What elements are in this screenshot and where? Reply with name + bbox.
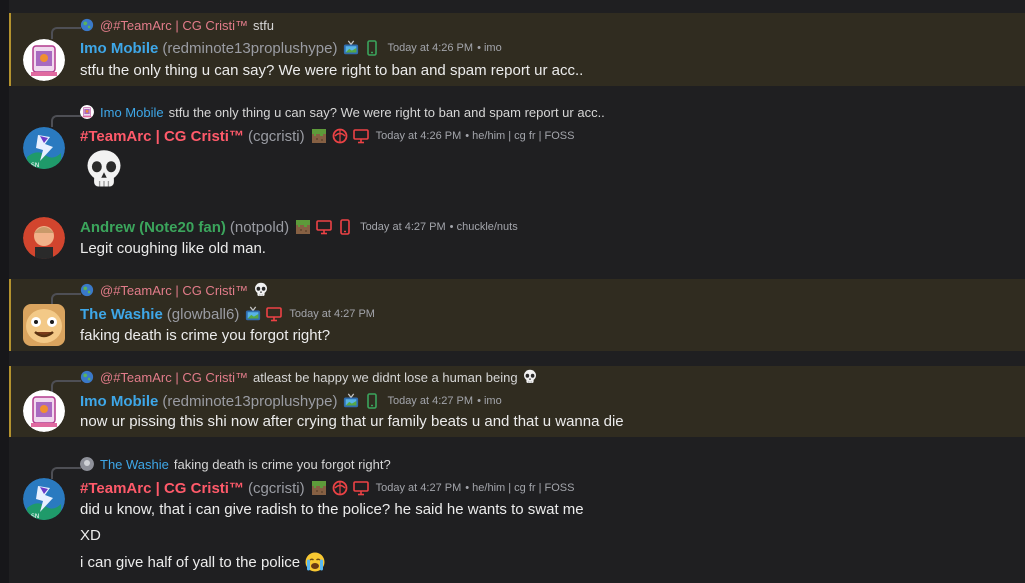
message-line: did u know, that i can give radish to th… (80, 501, 584, 518)
username: (glowball6) (166, 305, 240, 323)
message-line: XD (80, 527, 101, 544)
message[interactable]: The Washie faking death is crime you for… (9, 453, 1025, 583)
display-name[interactable]: Imo Mobile (80, 40, 158, 57)
display-name[interactable]: The Washie (80, 306, 163, 323)
reply-avatar-icon (80, 18, 94, 32)
left-edge-strip (0, 0, 9, 583)
reply-spine (51, 27, 81, 39)
avatar[interactable] (23, 304, 65, 346)
message-line-text: i can give half of yall to the police (80, 553, 301, 571)
reply-text: stfu (253, 17, 275, 33)
message-line: now ur pissing this shi now after crying… (80, 413, 624, 430)
display-name[interactable]: #TeamArc | CG Cristi™ (80, 480, 244, 497)
reply-spine (51, 115, 81, 127)
mobile-phone-icon (364, 40, 380, 56)
reply-preview[interactable]: @#TeamArc | CG Cristi™ (80, 280, 269, 300)
reply-text: faking death is crime you forgot right? (173, 456, 391, 472)
message-line: Legit coughing like old man. (80, 240, 266, 257)
username: (notpold) (229, 218, 290, 236)
mobile-phone-icon (364, 393, 380, 409)
desktop-icon (316, 219, 332, 235)
grass-block-icon (311, 480, 327, 496)
message-line: faking death is crime you forgot right? (80, 327, 331, 344)
display-name[interactable]: Andrew (Note20 fan) (80, 219, 226, 236)
reply-author[interactable]: @#TeamArc | CG Cristi™ (100, 18, 248, 33)
reply-author[interactable]: @#TeamArc | CG Cristi™ (100, 283, 248, 298)
message[interactable]: Imo Mobile stfu the only thing u can say… (9, 101, 1025, 201)
reply-author[interactable]: Imo Mobile (100, 105, 164, 120)
avatar[interactable] (23, 127, 65, 169)
avatar[interactable] (23, 478, 65, 520)
tv-icon (343, 40, 359, 56)
display-name[interactable]: #TeamArc | CG Cristi™ (80, 128, 244, 145)
timestamp[interactable]: Today at 4:27 PM (376, 482, 462, 494)
reply-text: atleast be happy we didnt lose a human b… (253, 369, 518, 385)
reply-author[interactable]: @#TeamArc | CG Cristi™ (100, 370, 248, 385)
desktop-icon (353, 480, 369, 496)
reply-preview[interactable]: The Washie faking death is crime you for… (80, 454, 391, 474)
grass-block-icon (311, 128, 327, 144)
user-tag: • he/him | cg fr | FOSS (465, 130, 575, 142)
mobile-phone-icon (337, 219, 353, 235)
username: (cgcristi) (247, 479, 305, 497)
desktop-icon (353, 128, 369, 144)
timestamp[interactable]: Today at 4:27 PM (387, 395, 473, 407)
message-header: #TeamArc | CG Cristi™ (cgcristi) Today a… (80, 477, 574, 499)
reply-avatar-icon (80, 370, 94, 384)
reply-preview[interactable]: @#TeamArc | CG Cristi™ atleast be happy … (80, 367, 538, 387)
timestamp[interactable]: Today at 4:26 PM (376, 130, 462, 142)
username: (cgcristi) (247, 127, 305, 145)
avatar[interactable] (23, 39, 65, 81)
message-header: The Washie (glowball6) Today at 4:27 PM (80, 303, 375, 325)
tv-icon (343, 393, 359, 409)
display-name[interactable]: Imo Mobile (80, 393, 158, 410)
reply-preview[interactable]: Imo Mobile stfu the only thing u can say… (80, 102, 605, 122)
reply-avatar-icon (80, 457, 94, 471)
skull-emoji (522, 369, 538, 385)
message[interactable]: @#TeamArc | CG Cristi™ The Washie (glowb… (9, 279, 1025, 351)
message[interactable]: @#TeamArc | CG Cristi™ atleast be happy … (9, 366, 1025, 437)
reply-avatar-icon (80, 283, 94, 297)
avatar[interactable] (23, 217, 65, 259)
username: (redminote13proplushype) (162, 392, 338, 410)
dnd-status-icon (332, 480, 348, 496)
tv-icon (245, 306, 261, 322)
avatar[interactable] (23, 390, 65, 432)
message-header: #TeamArc | CG Cristi™ (cgcristi) Today a… (80, 125, 574, 147)
dnd-status-icon (332, 128, 348, 144)
user-tag: • he/him | cg fr | FOSS (465, 482, 575, 494)
sob-emoji-icon (305, 552, 325, 572)
timestamp[interactable]: Today at 4:27 PM (289, 308, 375, 320)
message-line: stfu the only thing u can say? We were r… (80, 62, 584, 79)
timestamp[interactable]: Today at 4:27 PM (360, 221, 446, 233)
desktop-icon (266, 306, 282, 322)
reply-spine (51, 467, 81, 479)
reply-author[interactable]: The Washie (100, 457, 169, 472)
message[interactable]: Andrew (Note20 fan) (notpold) Today at 4… (9, 210, 1025, 270)
skull-emoji (253, 282, 269, 298)
user-tag: • imo (477, 395, 502, 407)
grass-block-icon (295, 219, 311, 235)
message-line: i can give half of yall to the police (80, 552, 325, 572)
reply-avatar-icon (80, 105, 94, 119)
user-tag: • chuckle/nuts (449, 221, 518, 233)
username: (redminote13proplushype) (162, 39, 338, 57)
user-tag: • imo (477, 42, 502, 54)
timestamp[interactable]: Today at 4:26 PM (387, 42, 473, 54)
reply-preview[interactable]: @#TeamArc | CG Cristi™ stfu (80, 15, 274, 35)
skull-emoji[interactable] (82, 148, 126, 192)
message-header: Imo Mobile (redminote13proplushype) Toda… (80, 390, 502, 412)
message-header: Andrew (Note20 fan) (notpold) Today at 4… (80, 216, 518, 238)
message-header: Imo Mobile (redminote13proplushype) Toda… (80, 37, 502, 59)
message[interactable]: @#TeamArc | CG Cristi™ stfu Imo Mobile (… (9, 13, 1025, 86)
reply-spine (51, 380, 81, 392)
reply-text: stfu the only thing u can say? We were r… (168, 104, 605, 120)
